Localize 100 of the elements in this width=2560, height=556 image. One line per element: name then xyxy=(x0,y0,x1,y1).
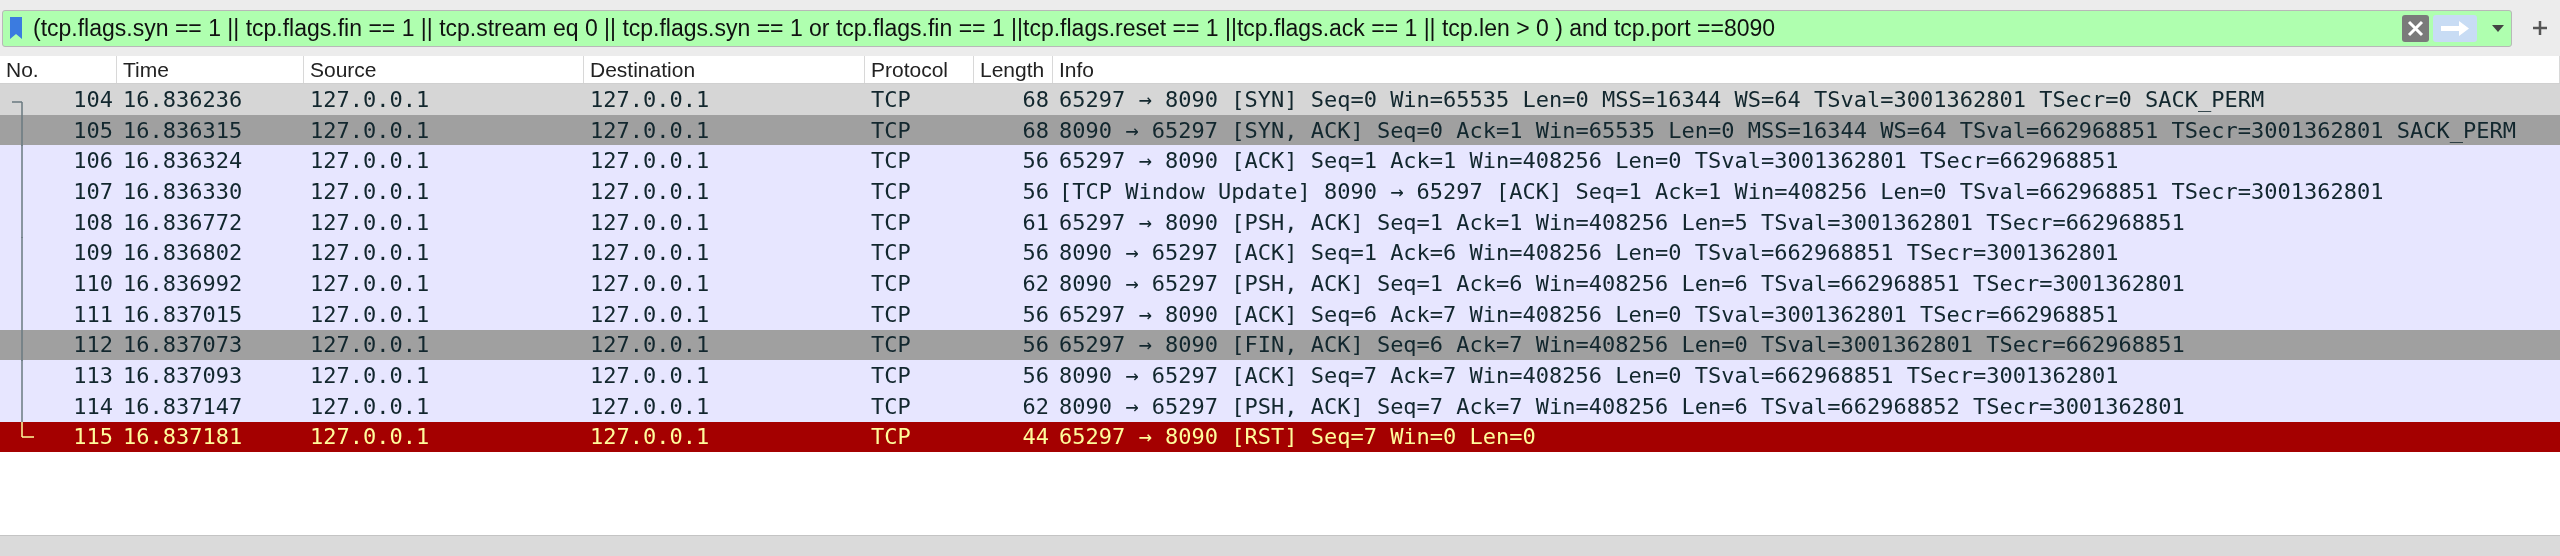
table-cell-text: 56 xyxy=(1022,362,1049,391)
table-cell-text: 114 xyxy=(73,392,113,421)
table-cell-text: 127.0.0.1 xyxy=(590,362,710,391)
table-cell-text: TCP xyxy=(871,239,911,268)
table-cell-text: 127.0.0.1 xyxy=(590,300,710,329)
table-cell-text: 127.0.0.1 xyxy=(590,116,710,145)
table-cell-text: 127.0.0.1 xyxy=(310,177,430,206)
table-cell-text: 65297 → 8090 [ACK] Seq=1 Ack=1 Win=408256 Len=0 TSval=3001362801 TSecr=662968851 xyxy=(1059,147,2119,176)
packet-row[interactable]: 110 16.836992 127.0.0.1 127.0.0.1 TCP 62 8090 → 65297 [PSH, ACK] Seq=1 Ack=6 Win=408256 Len=6 TSval=662968851 TSecr=3001362801 xyxy=(0,268,2560,299)
table-cell-text: 56 xyxy=(1022,177,1049,206)
packet-row[interactable]: 108 16.836772 127.0.0.1 127.0.0.1 TCP 61 65297 → 8090 [PSH, ACK] Seq=1 Ack=1 Win=408256 Len=5 TSval=3001362801 TSecr=662968851 xyxy=(0,206,2560,238)
table-cell-text: 127.0.0.1 xyxy=(310,362,430,391)
table-cell-text: 113 xyxy=(73,362,113,391)
column-header[interactable]: Info xyxy=(1059,56,1095,83)
table-cell-text: 8090 → 65297 [SYN, ACK] Seq=0 Ack=1 Win=65535 Len=0 MSS=16344 WS=64 TSval=662968851 TSecr=3001362801 SACK_PERM xyxy=(1059,116,2516,145)
column-header[interactable]: Time xyxy=(123,56,169,83)
table-cell-text: 127.0.0.1 xyxy=(310,392,430,421)
table-cell-text: 106 xyxy=(73,147,113,176)
table-cell-text: 127.0.0.1 xyxy=(310,116,430,145)
column-header[interactable]: Source xyxy=(310,56,377,83)
table-cell-text: TCP xyxy=(871,116,911,145)
table-cell-text: 127.0.0.1 xyxy=(590,239,710,268)
table-cell-text: 65297 → 8090 [SYN] Seq=0 Win=65535 Len=0 MSS=16344 WS=64 TSval=3001362801 TSecr=0 SACK_PERM xyxy=(1059,85,2265,114)
table-cell-text: TCP xyxy=(871,177,911,206)
table-cell-text: 62 xyxy=(1022,269,1049,298)
table-cell-text: 16.836315 xyxy=(123,116,243,145)
packet-row[interactable]: 112 16.837073 127.0.0.1 127.0.0.1 TCP 56 65297 → 8090 [FIN, ACK] Seq=6 Ack=7 Win=408256 Len=0 TSval=3001362801 TSecr=662968851 xyxy=(0,329,2560,361)
table-cell-text: 127.0.0.1 xyxy=(310,331,430,360)
table-cell-text: 8090 → 65297 [PSH, ACK] Seq=1 Ack=6 Win=408256 Len=6 TSval=662968851 TSecr=3001362801 xyxy=(1059,269,2185,298)
table-cell-text: 16.836236 xyxy=(123,85,243,114)
packet-row[interactable]: 113 16.837093 127.0.0.1 127.0.0.1 TCP 56 8090 → 65297 [ACK] Seq=7 Ack=7 Win=408256 Len=0 TSval=662968851 TSecr=3001362801 xyxy=(0,360,2560,391)
table-cell-text: 127.0.0.1 xyxy=(590,423,710,452)
column-header[interactable]: Destination xyxy=(590,56,696,83)
table-cell-text: 109 xyxy=(73,239,113,268)
table-cell-text: 56 xyxy=(1022,300,1049,329)
packet-row[interactable]: 111 16.837015 127.0.0.1 127.0.0.1 TCP 56 65297 → 8090 [ACK] Seq=6 Ack=7 Win=408256 Len=0 TSval=3001362801 TSecr=662968851 xyxy=(0,298,2560,330)
table-cell-text: 16.836324 xyxy=(123,147,243,176)
table-cell-text: 127.0.0.1 xyxy=(310,300,430,329)
packet-row[interactable]: 109 16.836802 127.0.0.1 127.0.0.1 TCP 56 8090 → 65297 [ACK] Seq=1 Ack=6 Win=408256 Len=0 TSval=662968851 TSecr=3001362801 xyxy=(0,237,2560,269)
display-filter-field[interactable]: (tcp.flags.syn == 1 || tcp.flags.fin == 1 || tcp.stream eq 0 || tcp.flags.syn == 1 or tcp.flags.fin == 1 ||tcp.flags.reset == 1 ||tcp.flags.ack == 1 || tcp.len > 0 ) and tcp.port ==8090 xyxy=(2,9,2512,47)
table-cell-text: 127.0.0.1 xyxy=(310,269,430,298)
table-cell-text: 16.836992 xyxy=(123,269,243,298)
table-cell-text: 108 xyxy=(73,208,113,237)
table-cell-text: 65297 → 8090 [RST] Seq=7 Win=0 Len=0 xyxy=(1059,423,1536,452)
clear-icon[interactable] xyxy=(2402,14,2429,42)
table-cell-text: TCP xyxy=(871,269,911,298)
table-cell-text: 16.837093 xyxy=(123,362,243,391)
table-cell-text: 16.837147 xyxy=(123,392,243,421)
table-cell-text: 127.0.0.1 xyxy=(310,239,430,268)
table-cell-text: [TCP Window Update] 8090 → 65297 [ACK] Seq=1 Ack=1 Win=408256 Len=0 TSval=662968851 TSecr=3001362801 xyxy=(1059,177,2384,206)
table-cell-text: 127.0.0.1 xyxy=(310,423,430,452)
table-cell-text: 127.0.0.1 xyxy=(590,85,710,114)
table-cell-text: 56 xyxy=(1022,239,1049,268)
table-cell-text: TCP xyxy=(871,331,911,360)
column-header[interactable]: Length xyxy=(980,56,1045,83)
table-cell-text: TCP xyxy=(871,85,911,114)
table-cell-text: 110 xyxy=(73,269,113,298)
packet-row[interactable]: 114 16.837147 127.0.0.1 127.0.0.1 TCP 62 8090 → 65297 [PSH, ACK] Seq=7 Ack=7 Win=408256 Len=6 TSval=662968852 TSecr=3001362801 xyxy=(0,390,2560,422)
table-cell-text: 8090 → 65297 [PSH, ACK] Seq=7 Ack=7 Win=408256 Len=6 TSval=662968852 TSecr=3001362801 xyxy=(1059,392,2185,421)
table-cell-text: 115 xyxy=(73,423,113,452)
table-cell-text: 127.0.0.1 xyxy=(590,208,710,237)
table-cell-text: 127.0.0.1 xyxy=(590,269,710,298)
table-cell-text: 56 xyxy=(1022,331,1049,360)
table-cell-text: 104 xyxy=(73,85,113,114)
packet-row[interactable]: 107 16.836330 127.0.0.1 127.0.0.1 TCP 56 [TCP Window Update] 8090 → 65297 [ACK] Seq=1 Ack=1 Win=408256 Len=0 TSval=662968851 TSecr=3001362801 xyxy=(0,176,2560,207)
table-cell-text: 8090 → 65297 [ACK] Seq=1 Ack=6 Win=408256 Len=0 TSval=662968851 TSecr=3001362801 xyxy=(1059,239,2119,268)
table-cell-text: 127.0.0.1 xyxy=(310,85,430,114)
packet-row[interactable]: 115 16.837181 127.0.0.1 127.0.0.1 TCP 44 65297 → 8090 [RST] Seq=7 Win=0 Len=0 xyxy=(0,421,2560,453)
add-filter-icon[interactable] xyxy=(2532,20,2548,36)
bookmark-icon[interactable] xyxy=(9,16,23,40)
column-header[interactable]: Protocol xyxy=(871,56,949,83)
table-cell-text: 127.0.0.1 xyxy=(590,177,710,206)
table-cell-text: 8090 → 65297 [ACK] Seq=7 Ack=7 Win=408256 Len=0 TSval=662968851 TSecr=3001362801 xyxy=(1059,362,2119,391)
table-cell-text: 107 xyxy=(73,177,113,206)
table-cell-text: 112 xyxy=(73,331,113,360)
table-cell-text: 65297 → 8090 [FIN, ACK] Seq=6 Ack=7 Win=408256 Len=0 TSval=3001362801 TSecr=662968851 xyxy=(1059,331,2185,360)
table-cell-text: 16.836330 xyxy=(123,177,243,206)
table-cell-text: 56 xyxy=(1022,147,1049,176)
packet-row[interactable]: 106 16.836324 127.0.0.1 127.0.0.1 TCP 56 65297 → 8090 [ACK] Seq=1 Ack=1 Win=408256 Len=0 TSval=3001362801 TSecr=662968851 xyxy=(0,145,2560,177)
packet-row[interactable]: 104 16.836236 127.0.0.1 127.0.0.1 TCP 68 65297 → 8090 [SYN] Seq=0 Win=65535 Len=0 MSS=16344 WS=64 TSval=3001362801 TSecr=0 SACK_PERM xyxy=(0,84,2560,115)
table-cell-text: 62 xyxy=(1022,392,1049,421)
table-cell-text: 127.0.0.1 xyxy=(590,147,710,176)
table-cell-text: TCP xyxy=(871,423,911,452)
table-cell-text: 44 xyxy=(1022,423,1049,452)
table-cell-text: TCP xyxy=(871,362,911,391)
table-cell-text: 105 xyxy=(73,116,113,145)
table-cell-text: TCP xyxy=(871,208,911,237)
column-header[interactable]: No. xyxy=(6,56,39,83)
table-cell-text: TCP xyxy=(871,392,911,421)
table-cell-text: 127.0.0.1 xyxy=(590,331,710,360)
table-cell-text: 68 xyxy=(1022,116,1049,145)
table-cell-text: 16.836772 xyxy=(123,208,243,237)
packet-row[interactable]: 105 16.836315 127.0.0.1 127.0.0.1 TCP 68 8090 → 65297 [SYN, ACK] Seq=0 Ack=1 Win=65535 Len=0 MSS=16344 WS=64 TSval=662968851 TSecr=3001362801 SACK_PERM xyxy=(0,114,2560,146)
table-cell-text: TCP xyxy=(871,147,911,176)
table-cell-text: 16.836802 xyxy=(123,239,243,268)
table-cell-text: 16.837073 xyxy=(123,331,243,360)
table-cell-text: 65297 → 8090 [ACK] Seq=6 Ack=7 Win=408256 Len=0 TSval=3001362801 TSecr=662968851 xyxy=(1059,300,2119,329)
dropdown-caret-icon[interactable] xyxy=(2491,23,2505,33)
table-cell-text: 61 xyxy=(1022,208,1049,237)
table-cell-text: 127.0.0.1 xyxy=(310,147,430,176)
